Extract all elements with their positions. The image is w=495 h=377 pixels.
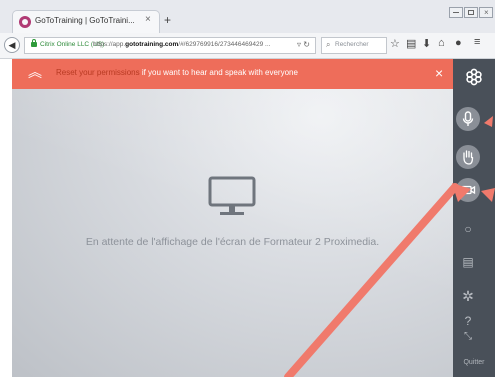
notes-icon[interactable]: ▤ — [456, 255, 480, 269]
url-prefix: https://app. — [93, 41, 126, 48]
tab-title: GoToTraining | GoToTraini... — [35, 16, 135, 25]
home-icon[interactable]: ⌂ — [438, 37, 445, 49]
microphone-icon — [462, 111, 474, 126]
fullscreen-icon[interactable]: ⤡ — [456, 331, 480, 342]
lock-icon — [31, 39, 37, 47]
logo-icon — [466, 68, 482, 86]
quit-button[interactable]: Quitter — [453, 359, 495, 366]
window-close-button[interactable]: × — [479, 7, 493, 18]
permissions-banner: ︽ Reset your permissions if you want to … — [12, 59, 453, 89]
search-icon: ⌕ — [326, 40, 331, 49]
reset-permissions-link[interactable]: Reset your permissions — [56, 68, 140, 77]
camera-icon — [461, 185, 476, 195]
banner-message: Reset your permissions if you want to he… — [56, 68, 298, 77]
star-icon[interactable]: ☆ — [390, 37, 400, 50]
banner-text: if you want to hear and speak with every… — [139, 68, 298, 77]
waiting-message: En attente de l'affichage de l'écran de … — [85, 236, 380, 248]
chat-icon[interactable]: ● — [455, 37, 462, 49]
maximize-button[interactable] — [464, 7, 478, 18]
address-bar[interactable]: Citrix Online LLC (US) https://app.gotot… — [24, 37, 316, 54]
clipboard-icon[interactable]: ▤ — [406, 37, 416, 50]
new-tab-button[interactable]: + — [164, 13, 171, 27]
url-domain: gototraining.com — [125, 41, 179, 48]
browser-navbar: ◀ Citrix Online LLC (US) https://app.got… — [0, 33, 495, 59]
download-icon[interactable]: ⬇ — [422, 37, 431, 50]
gototraining-favicon-icon — [19, 16, 31, 28]
url-text: https://app.gototraining.com/#/629769916… — [93, 41, 270, 48]
raise-hand-button[interactable] — [456, 145, 480, 169]
reload-icon[interactable]: ▿ ↻ — [297, 40, 310, 49]
collapse-chevron-icon[interactable]: ︽ — [28, 62, 42, 82]
browser-titlebar: GoToTraining | GoToTraini... × + × — [0, 0, 495, 33]
minimize-button[interactable] — [449, 7, 463, 18]
monitor-icon — [208, 176, 256, 215]
banner-close-button[interactable]: × — [435, 65, 443, 81]
browser-tab[interactable]: GoToTraining | GoToTraini... × — [12, 10, 160, 33]
back-button[interactable]: ◀ — [4, 37, 20, 53]
search-placeholder: Rechercher — [335, 41, 369, 48]
hand-icon — [463, 150, 474, 165]
menu-icon[interactable]: ≡ — [474, 36, 480, 48]
tab-close-button[interactable]: × — [145, 14, 151, 25]
help-icon[interactable]: ? — [456, 314, 480, 328]
screen-share-area — [12, 59, 453, 377]
chat-icon[interactable]: ○ — [456, 222, 480, 236]
settings-icon[interactable]: ✲ — [456, 288, 480, 305]
url-path: /#/629769916/273446469429 ... — [178, 41, 271, 48]
camera-button[interactable] — [456, 178, 480, 202]
microphone-button[interactable] — [456, 107, 480, 131]
search-bar[interactable]: ⌕ Rechercher — [321, 37, 387, 54]
